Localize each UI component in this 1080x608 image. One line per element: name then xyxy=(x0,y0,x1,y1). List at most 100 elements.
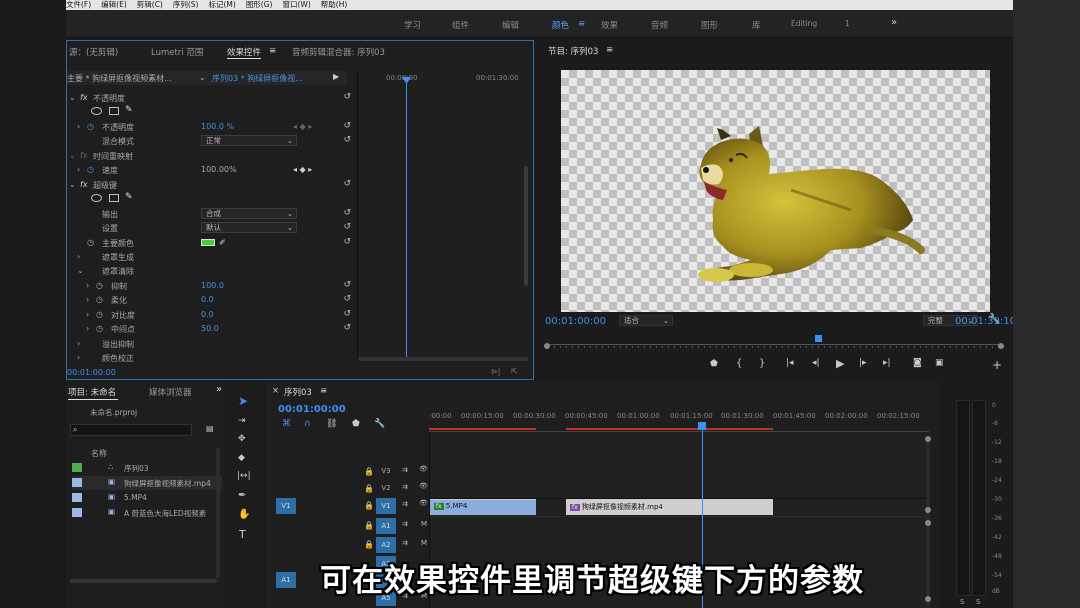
project-more-icon[interactable]: » xyxy=(216,384,222,395)
lock-icon[interactable]: 🔒 xyxy=(364,467,374,476)
output-dropdown[interactable]: 合成 ⌄ xyxy=(201,208,297,219)
time-remap-row[interactable]: ⌄ fx 时间重映射 xyxy=(67,149,357,163)
program-monitor-title[interactable]: 节目: 序列03 xyxy=(548,45,598,57)
timeline-playhead-handle[interactable] xyxy=(698,422,706,430)
workspace-audio[interactable]: 音频 xyxy=(651,19,668,31)
midpoint-value[interactable]: 50.0 xyxy=(201,324,219,333)
expand-arrow-icon[interactable]: › xyxy=(77,339,80,348)
play-triangle-icon[interactable]: ▶ xyxy=(333,72,339,81)
track-name[interactable]: V1 xyxy=(376,498,396,514)
workspace-color[interactable]: 颜色 xyxy=(552,19,569,31)
menu-edit[interactable]: 编辑(E) xyxy=(101,0,127,10)
export-frame-icon[interactable]: ◙ xyxy=(913,358,922,368)
scrubber-start-handle[interactable] xyxy=(544,343,550,349)
program-video-frame[interactable] xyxy=(561,70,990,312)
sequence-clip-label[interactable]: 序列03 * 狗绿屏抠像视... xyxy=(212,73,303,84)
fit-dropdown[interactable]: 适合 ⌄ xyxy=(619,315,673,326)
lock-icon[interactable]: 🔒 xyxy=(364,540,374,549)
sync-lock-icon[interactable]: ⇉ xyxy=(402,539,408,547)
track-name[interactable]: A2 xyxy=(376,537,396,553)
expand-arrow-icon[interactable]: › xyxy=(77,252,80,261)
matte-cleanup-row[interactable]: ⌄ 遮罩清除 xyxy=(67,264,357,278)
track-name[interactable]: V3 xyxy=(376,464,396,478)
menu-file[interactable]: 文件(F) xyxy=(66,0,91,10)
track-name[interactable]: V2 xyxy=(376,481,396,495)
go-to-out-icon[interactable]: ▸| xyxy=(883,358,891,368)
reset-icon[interactable]: ↺ xyxy=(343,280,351,290)
nest-icon[interactable]: ⌘ xyxy=(282,419,291,429)
fx-icon[interactable]: fx xyxy=(80,93,88,102)
scrollbar-handle[interactable] xyxy=(925,507,931,513)
column-name-header[interactable]: 名称 xyxy=(91,448,107,459)
effect-controls-menu-icon[interactable]: ≡ xyxy=(269,46,276,56)
keyframe-nav-icon[interactable]: ◂ ◆ ▸ xyxy=(293,122,312,131)
eye-icon[interactable]: 👁 xyxy=(419,499,428,507)
workspace-editing-custom[interactable]: Editing xyxy=(791,19,817,28)
sync-lock-icon[interactable]: ⇉ xyxy=(402,500,408,508)
stopwatch-icon[interactable]: ◷ xyxy=(96,281,103,290)
expand-chevron-icon[interactable]: ⌄ xyxy=(69,93,76,102)
reset-icon[interactable]: ↺ xyxy=(343,92,351,102)
new-bin-icon[interactable]: ▤ xyxy=(206,424,214,433)
selection-tool-icon[interactable]: ➤ xyxy=(238,394,248,408)
program-scrubber-track[interactable] xyxy=(548,344,1003,345)
track-name[interactable]: A1 xyxy=(376,518,396,534)
program-timecode[interactable]: 00:01:00:00 xyxy=(545,316,606,327)
reset-icon[interactable]: ↺ xyxy=(343,179,351,189)
step-back-icon[interactable]: ◂| xyxy=(812,358,820,368)
color-correction-row[interactable]: › 颜色校正 xyxy=(67,351,357,365)
matte-generation-row[interactable]: › 遮罩生成 xyxy=(67,250,357,264)
keyframe-scrollbar[interactable] xyxy=(524,166,528,286)
key-color-swatch[interactable] xyxy=(201,239,215,246)
project-search-input[interactable]: ⌕ xyxy=(70,424,192,436)
pen-mask-icon[interactable]: ✎ xyxy=(125,105,133,115)
expand-arrow-icon[interactable]: › xyxy=(86,324,89,333)
stopwatch-icon[interactable]: ◷ xyxy=(96,295,103,304)
opacity-value[interactable]: 100.0 % xyxy=(201,122,234,131)
ultra-key-row[interactable]: ⌄ fx 超级键 ↺ xyxy=(67,178,357,192)
expand-chevron-icon[interactable]: ⌄ xyxy=(69,180,76,189)
reset-icon[interactable]: ↺ xyxy=(343,323,351,333)
reset-icon[interactable]: ↺ xyxy=(343,135,351,145)
workspace-editing[interactable]: 编辑 xyxy=(502,19,519,31)
workspace-learning[interactable]: 学习 xyxy=(404,19,421,31)
mark-in-icon[interactable]: { xyxy=(736,358,742,369)
slip-tool-icon[interactable]: |↔| xyxy=(237,471,251,481)
eye-icon[interactable]: 👁 xyxy=(419,482,428,490)
expand-arrow-icon[interactable]: › xyxy=(86,295,89,304)
play-icon[interactable]: ▶ xyxy=(836,357,844,370)
scrollbar-handle[interactable] xyxy=(925,596,931,602)
workspace-color-menu-icon[interactable]: ≡ xyxy=(578,19,585,29)
tab-source[interactable]: 源：(无剪辑) xyxy=(69,46,118,58)
stopwatch-icon[interactable]: ◷ xyxy=(87,165,94,174)
go-to-in-icon[interactable]: |◂ xyxy=(786,358,794,368)
razor-tool-icon[interactable]: ◆ xyxy=(238,453,245,463)
menu-sequence[interactable]: 序列(S) xyxy=(173,0,199,10)
reset-icon[interactable]: ↺ xyxy=(343,309,351,319)
linked-selection-icon[interactable]: ⛓ xyxy=(326,419,337,429)
hand-tool-icon[interactable]: ✋ xyxy=(238,509,250,520)
keyframe-nav-icon[interactable]: ◂ ◆ ▸ xyxy=(293,165,312,174)
timeline-timecode[interactable]: 00:01:00:00 xyxy=(278,404,346,415)
menu-graphics[interactable]: 图形(G) xyxy=(246,0,273,10)
effect-keyframe-area[interactable]: 00:00:00 00:01:30:00 xyxy=(357,71,529,361)
eye-icon[interactable]: 👁 xyxy=(419,465,428,473)
tab-effect-controls[interactable]: 效果控件 xyxy=(227,46,262,59)
pen-mask-icon[interactable]: ✎ xyxy=(125,192,133,202)
meter-solo-right[interactable]: S xyxy=(976,598,980,606)
tab-lumetri-scopes[interactable]: Lumetri 范围 xyxy=(151,46,203,58)
scrubber-end-handle[interactable] xyxy=(998,343,1004,349)
tab-project[interactable]: 项目: 未命名 xyxy=(68,386,116,398)
clip-dropdown-icon[interactable]: ⌄ xyxy=(199,73,206,82)
add-button-icon[interactable]: + xyxy=(992,358,1002,372)
scrollbar-handle[interactable] xyxy=(925,520,931,526)
sync-lock-icon[interactable]: ⇉ xyxy=(402,483,408,491)
effect-controls-timecode[interactable]: 00:01:00:00 xyxy=(67,368,116,377)
expand-arrow-icon[interactable]: › xyxy=(86,310,89,319)
scrollbar-handle[interactable] xyxy=(925,436,931,442)
source-patch-a1[interactable]: A1 xyxy=(276,572,296,588)
fx-icon[interactable]: fx xyxy=(80,180,88,189)
soften-value[interactable]: 0.0 xyxy=(201,295,214,304)
project-v-scrollbar[interactable] xyxy=(216,448,220,578)
pen-tool-icon[interactable]: ✒ xyxy=(238,490,246,501)
